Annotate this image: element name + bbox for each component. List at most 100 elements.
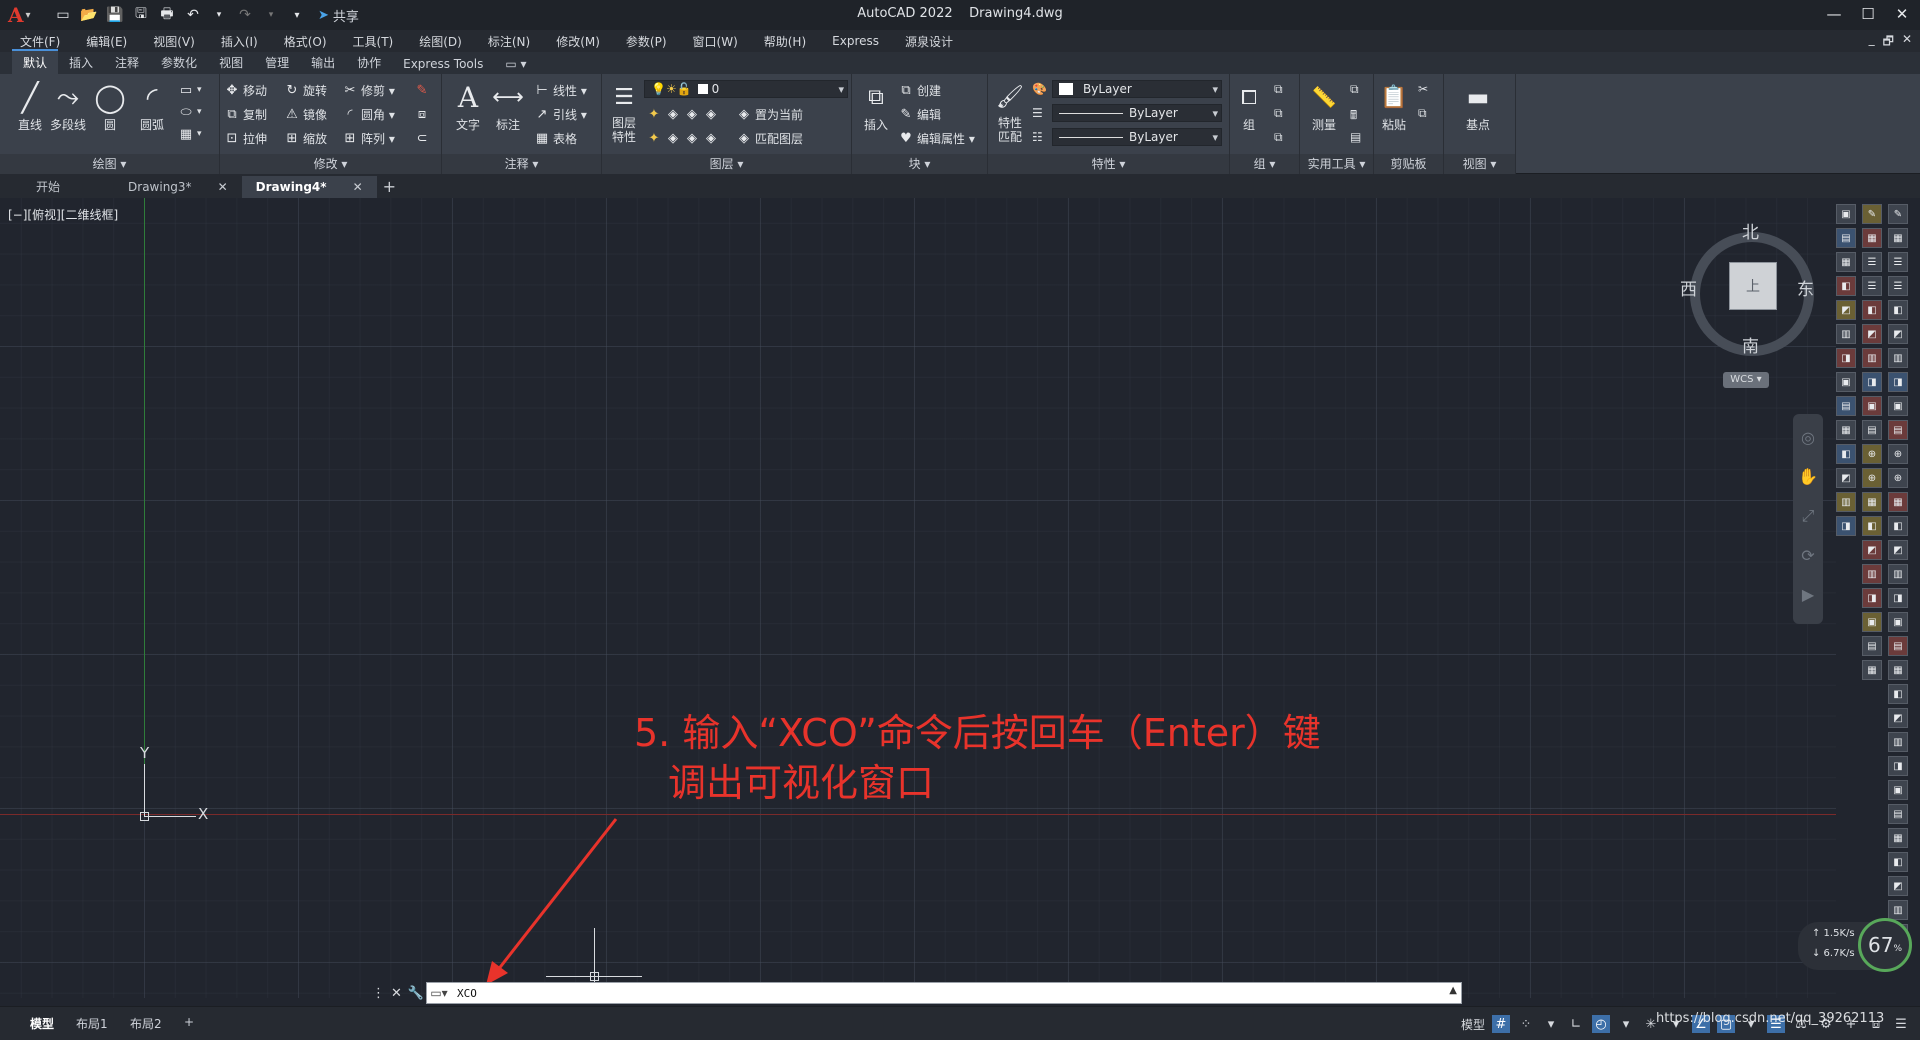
paste-button[interactable]: 📋 粘贴: [1376, 80, 1412, 133]
viewcube-top-face[interactable]: 上: [1729, 262, 1777, 310]
doc-close-icon[interactable]: ✕: [1902, 32, 1912, 53]
tool-icon[interactable]: ⊕: [1888, 444, 1908, 464]
recent-commands-icon[interactable]: ▭▾: [427, 983, 451, 1003]
cut-icon[interactable]: ✂: [1418, 82, 1428, 96]
memory-gauge[interactable]: 67%: [1858, 918, 1912, 972]
tool-icon[interactable]: ▥: [1888, 348, 1908, 368]
redo-icon[interactable]: ↷: [234, 4, 256, 26]
tool-icon[interactable]: ▥: [1888, 732, 1908, 752]
mirror-button[interactable]: ⚠ 镜像: [284, 106, 327, 123]
linear-button[interactable]: ⊢ 线性 ▾: [534, 82, 587, 99]
file-tab-drawing4[interactable]: Drawing4* ✕: [241, 176, 377, 198]
close-button[interactable]: ✕: [1890, 2, 1914, 26]
layer-dropdown[interactable]: 💡☀🔓 0: [644, 80, 848, 98]
tool-icon[interactable]: ⊕: [1862, 444, 1882, 464]
tool-icon[interactable]: ◩: [1888, 324, 1908, 344]
quick-select-icon[interactable]: ⧉: [1350, 82, 1359, 97]
tool-icon[interactable]: ◨: [1888, 588, 1908, 608]
minimize-button[interactable]: —: [1822, 2, 1846, 26]
close-tab-icon[interactable]: ✕: [353, 176, 363, 198]
tool-icon[interactable]: ▤: [1862, 420, 1882, 440]
menu-format[interactable]: 格式(O): [284, 33, 327, 50]
tab-manage[interactable]: 管理: [254, 51, 300, 74]
tool-icon[interactable]: ◩: [1862, 540, 1882, 560]
tool-icon[interactable]: ◨: [1836, 348, 1856, 368]
new-file-icon[interactable]: ▭: [52, 4, 74, 26]
match-layer-button[interactable]: ◈ 匹配图层: [736, 130, 803, 147]
create-block-button[interactable]: ⧉ 创建: [898, 82, 941, 99]
clipboard-panel-title[interactable]: 剪贴板: [1374, 154, 1443, 174]
scale-button[interactable]: ⊞ 缩放: [284, 130, 327, 147]
tool-icon[interactable]: ▦: [1888, 228, 1908, 248]
menu-modify[interactable]: 修改(M): [556, 33, 600, 50]
tool-icon[interactable]: ▦: [1836, 252, 1856, 272]
rotate-button[interactable]: ↻ 旋转: [284, 82, 327, 99]
tab-default[interactable]: 默认: [12, 49, 59, 74]
tool-icon[interactable]: ◩: [1862, 324, 1882, 344]
model-space-button[interactable]: 模型: [1461, 1016, 1485, 1033]
layer-properties-button[interactable]: ☰ 图层 特性: [606, 80, 642, 145]
view-panel-title[interactable]: 视图 ▾: [1444, 154, 1515, 174]
tool-icon[interactable]: ▤: [1836, 228, 1856, 248]
customize-status-icon[interactable]: ☰: [1892, 1015, 1910, 1033]
tool-icon[interactable]: ▣: [1836, 372, 1856, 392]
tool-icon[interactable]: ▤: [1836, 396, 1856, 416]
layout-tab-layout2[interactable]: 布局2: [130, 1015, 162, 1032]
tool-icon[interactable]: ▦: [1862, 492, 1882, 512]
tool-icon[interactable]: ◨: [1836, 516, 1856, 536]
tool-icon[interactable]: ▥: [1836, 492, 1856, 512]
layout-tab-layout1[interactable]: 布局1: [76, 1015, 108, 1032]
linetype-icon[interactable]: ☰: [1032, 106, 1043, 120]
hatch-button[interactable]: ⬭ ▾: [178, 104, 201, 120]
properties-panel-title[interactable]: 特性 ▾: [988, 154, 1229, 174]
annotation-panel-title[interactable]: 注释 ▾: [442, 154, 601, 174]
steering-wheel-icon[interactable]: ◎: [1801, 428, 1815, 447]
tab-annotate[interactable]: 注释: [104, 51, 150, 74]
set-current-button[interactable]: ◈ 置为当前: [736, 106, 803, 123]
tool-icon[interactable]: ▤: [1862, 636, 1882, 656]
command-history-up-icon[interactable]: ▲: [1449, 985, 1457, 996]
line-button[interactable]: ╱ 直线: [10, 80, 50, 133]
tool-icon[interactable]: ▣: [1862, 396, 1882, 416]
tool-icon[interactable]: ◩: [1888, 708, 1908, 728]
tool-icon[interactable]: ☰: [1888, 276, 1908, 296]
utilities-panel-title[interactable]: 实用工具 ▾: [1300, 154, 1373, 174]
tool-icon[interactable]: ▥: [1888, 564, 1908, 584]
tool-icon[interactable]: ◧: [1836, 444, 1856, 464]
compass-south[interactable]: 南: [1742, 332, 1759, 357]
tool-icon[interactable]: ◩: [1836, 300, 1856, 320]
grip-handle-icon[interactable]: ⋮: [372, 986, 385, 1001]
wcs-dropdown[interactable]: WCS ▾: [1723, 372, 1769, 388]
customize-qa-icon[interactable]: ▾: [286, 4, 308, 26]
measure-button[interactable]: 📏 测量: [1304, 80, 1344, 133]
rectangle-button[interactable]: ▭ ▾: [178, 82, 202, 98]
save-as-icon[interactable]: 🖫: [130, 4, 152, 26]
tab-collaborate[interactable]: 协作: [346, 51, 392, 74]
tool-icon[interactable]: ▥: [1862, 564, 1882, 584]
ungroup-icon[interactable]: ⧉: [1274, 82, 1283, 97]
leader-button[interactable]: ↗ 引线 ▾: [534, 106, 587, 123]
tool-icon[interactable]: ▣: [1888, 396, 1908, 416]
layer-tools-row2[interactable]: ✦ ◈ ◈ ◈: [646, 130, 719, 146]
orbit-icon[interactable]: ⟳: [1801, 546, 1814, 565]
tool-icon[interactable]: ▦: [1836, 420, 1856, 440]
modify-panel-title[interactable]: 修改 ▾: [220, 154, 441, 174]
tool-icon[interactable]: ◩: [1836, 468, 1856, 488]
redo-dropdown-icon[interactable]: ▾: [260, 4, 282, 26]
lineweight-icon[interactable]: ☷: [1032, 130, 1043, 144]
menu-edit[interactable]: 编辑(E): [86, 33, 127, 50]
save-icon[interactable]: 💾: [104, 4, 126, 26]
edit-block-button[interactable]: ✎ 编辑: [898, 106, 941, 123]
close-tab-icon[interactable]: ✕: [218, 176, 228, 198]
tool-icon[interactable]: ◧: [1888, 516, 1908, 536]
match-properties-button[interactable]: 🖌 特性 匹配: [992, 80, 1028, 145]
tool-icon[interactable]: ☰: [1862, 276, 1882, 296]
menu-window[interactable]: 窗口(W): [693, 33, 738, 50]
menu-insert[interactable]: 插入(I): [221, 33, 258, 50]
table-button[interactable]: ▦ 表格: [534, 130, 577, 147]
undo-dropdown-icon[interactable]: ▾: [208, 4, 230, 26]
showmotion-icon[interactable]: ▶: [1802, 585, 1814, 604]
tool-icon[interactable]: ✎: [1862, 204, 1882, 224]
compass-north[interactable]: 北: [1742, 218, 1759, 243]
compass-east[interactable]: 东: [1797, 275, 1814, 300]
